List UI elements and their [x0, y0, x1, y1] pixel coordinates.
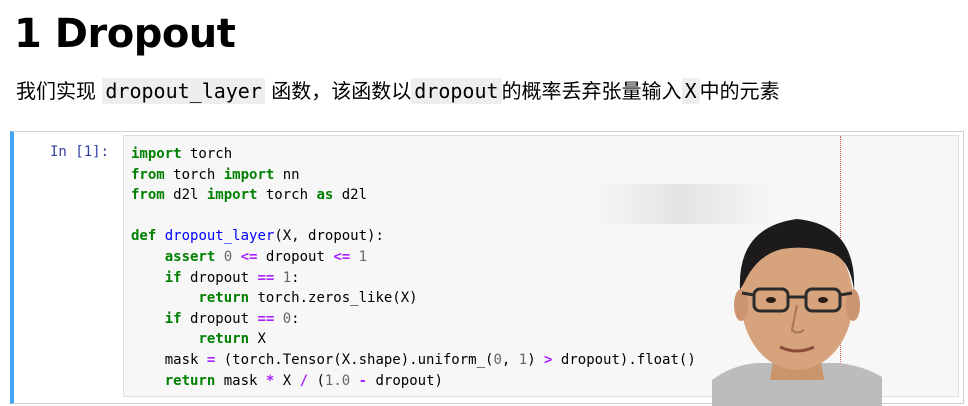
desc-inline-code-func: dropout_layer	[102, 78, 265, 104]
section-number: 1	[14, 11, 42, 57]
desc-text-2: 函数，该函数以	[264, 79, 412, 103]
desc-text-1: 我们实现	[16, 79, 103, 103]
code-line: if dropout == 0:	[164, 310, 300, 327]
code-line: mask = (torch.Tensor(X.shape).uniform_(0…	[131, 351, 696, 368]
code-line: return torch.zeros_like(X)	[198, 290, 418, 307]
presenter-webcam-overlay	[712, 219, 882, 406]
desc-text-3: 的概率丢弃张量输入	[501, 79, 682, 103]
code-line: def dropout_layer(X, dropout):	[131, 228, 384, 245]
presenter-eye-left	[766, 297, 776, 303]
section-title: Dropout	[54, 11, 236, 57]
desc-text-4: 中的元素	[699, 79, 780, 103]
section-description: 我们实现 dropout_layer 函数，该函数以 dropout 的概率丢弃张量…	[16, 74, 780, 108]
presenter-eye-right	[818, 297, 828, 303]
desc-inline-code-dropout: dropout	[411, 78, 502, 104]
code-line: return mask * X / (1.0 - dropout)	[164, 372, 443, 389]
code-block[interactable]: import torch from torch import nn from d…	[131, 144, 696, 391]
section-heading: 1 Dropout	[14, 4, 236, 64]
code-line: from torch import nn	[131, 166, 300, 183]
code-line: assert 0 <= dropout <= 1	[164, 248, 368, 265]
code-line: from d2l import torch as d2l	[131, 187, 368, 204]
code-line: if dropout == 1:	[164, 269, 300, 286]
code-line: import torch	[131, 146, 233, 162]
cell-prompt: In [1]:	[50, 144, 110, 160]
code-line: return X	[198, 331, 266, 348]
desc-inline-code-x: X	[681, 78, 700, 104]
